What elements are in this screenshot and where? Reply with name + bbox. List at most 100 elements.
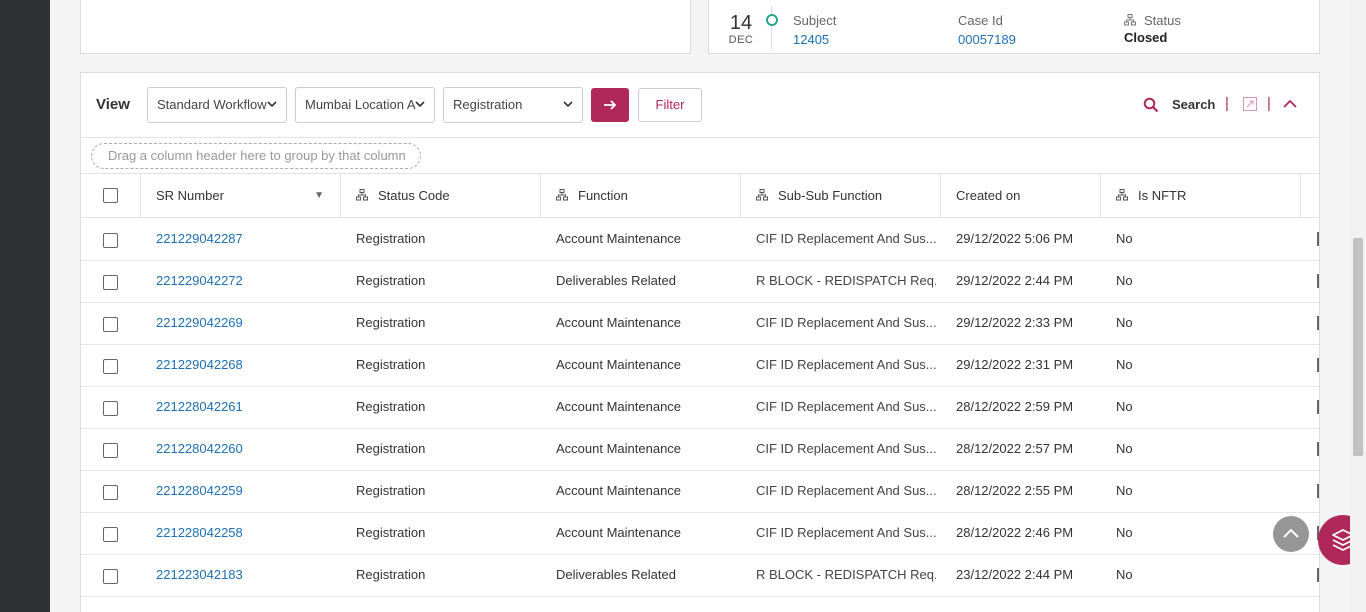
sub-sub-function-cell: CIF ID Replacement And Sus...: [756, 441, 936, 456]
sr-number-link[interactable]: 221228042258: [156, 512, 243, 554]
table-row[interactable]: 221229042269 Registration Account Maintena…: [81, 302, 1319, 345]
function-cell: Account Maintenance: [556, 357, 682, 372]
column-header-sr-number[interactable]: SR Number ▼: [141, 174, 341, 217]
table-row[interactable]: 221228042260 Registration Account Maintena…: [81, 428, 1319, 471]
type-select-value: Registration: [453, 97, 523, 112]
case-date: 14 DEC: [725, 12, 757, 46]
column-header-is-nftr[interactable]: Is NFTR: [1101, 174, 1301, 217]
truncated-column-edge: [1317, 568, 1319, 582]
sub-sub-function-cell: R BLOCK - REDISPATCH Req...: [756, 273, 936, 288]
row-checkbox[interactable]: [103, 233, 118, 248]
created-on-cell: 28/12/2022 2:59 PM: [956, 399, 1074, 414]
column-header-sub-sub-function[interactable]: Sub-Sub Function: [741, 174, 941, 217]
apply-view-button[interactable]: [591, 88, 629, 122]
is-nftr-cell: No: [1116, 483, 1133, 498]
location-select-value: Mumbai Location A: [305, 97, 416, 112]
column-header-label: Function: [578, 188, 628, 203]
location-select[interactable]: Mumbai Location A: [295, 87, 435, 123]
filter-button[interactable]: Filter: [638, 88, 702, 122]
service-request-grid-panel: View Standard Workflow Mumbai Location A…: [80, 72, 1320, 612]
row-checkbox[interactable]: [103, 443, 118, 458]
is-nftr-cell: No: [1116, 525, 1133, 540]
layers-icon: [1332, 529, 1350, 551]
layers-menu-button[interactable]: [1318, 515, 1350, 565]
status-value: Closed: [1124, 30, 1168, 45]
truncated-column-edge: [1317, 232, 1319, 246]
subject-link[interactable]: 12405: [793, 32, 836, 47]
function-cell: Deliverables Related: [556, 273, 676, 288]
truncated-column-edge: [1317, 274, 1319, 288]
truncated-column-edge: [1317, 316, 1319, 330]
scrollbar-thumb[interactable]: [1353, 238, 1363, 456]
status-code-cell: Registration: [356, 525, 426, 540]
sort-descending-icon[interactable]: ▼: [314, 174, 324, 217]
column-header-status-code[interactable]: Status Code: [341, 174, 541, 217]
row-checkbox[interactable]: [103, 317, 118, 332]
row-checkbox[interactable]: [103, 359, 118, 374]
subject-field: Subject 12405: [793, 13, 836, 47]
case-id-label: Case Id: [958, 13, 1003, 28]
case-id-link[interactable]: 00057189: [958, 32, 1016, 47]
status-code-cell: Registration: [356, 399, 426, 414]
table-row[interactable]: 221223042183 Registration Deliverables Rel…: [81, 554, 1319, 597]
table-row[interactable]: 221228042261 Registration Account Maintena…: [81, 386, 1319, 429]
status-code-cell: Registration: [356, 231, 426, 246]
sr-number-link[interactable]: 221223042183: [156, 554, 243, 596]
case-date-month: DEC: [728, 34, 754, 46]
table-row[interactable]: 221229042272 Registration Deliverables Rel…: [81, 260, 1319, 303]
type-select[interactable]: Registration: [443, 87, 583, 123]
chevron-down-icon: [267, 88, 277, 122]
table-row[interactable]: 221229042268 Registration Account Maintena…: [81, 344, 1319, 387]
sr-number-link[interactable]: 221228042260: [156, 428, 243, 470]
function-cell: Account Maintenance: [556, 441, 682, 456]
is-nftr-cell: No: [1116, 357, 1133, 372]
status-code-cell: Registration: [356, 315, 426, 330]
status-label: Status: [1124, 13, 1181, 28]
chevron-up-icon[interactable]: [1283, 97, 1297, 111]
date-divider: [771, 6, 772, 50]
truncated-column-edge: [1317, 358, 1319, 372]
table-row[interactable]: 221228042259 Registration Account Maintena…: [81, 470, 1319, 513]
table-row[interactable]: 221229042287 Registration Account Maintena…: [81, 218, 1319, 261]
column-header-function[interactable]: Function: [541, 174, 741, 217]
group-by-area[interactable]: Drag a column header here to group by th…: [81, 137, 1319, 174]
expand-icon[interactable]: [1243, 97, 1257, 111]
case-date-day: 14: [729, 12, 753, 34]
page-scrollbar[interactable]: [1350, 0, 1366, 612]
status-code-cell: Registration: [356, 483, 426, 498]
sub-sub-function-cell: CIF ID Replacement And Sus...: [756, 483, 936, 498]
search-icon: [1143, 97, 1159, 113]
select-all-checkbox[interactable]: [103, 188, 118, 203]
truncated-column-edge: [1317, 484, 1319, 498]
sr-number-link[interactable]: 221229042272: [156, 260, 243, 302]
sr-number-link[interactable]: 221229042268: [156, 344, 243, 386]
hierarchy-icon: [556, 189, 568, 201]
truncated-column-edge: [1317, 442, 1319, 456]
sr-number-link[interactable]: 221229042269: [156, 302, 243, 344]
group-by-drop-zone[interactable]: Drag a column header here to group by th…: [91, 143, 421, 169]
function-cell: Account Maintenance: [556, 525, 682, 540]
sr-number-link[interactable]: 221229042287: [156, 218, 243, 260]
column-header-created-on[interactable]: Created on: [941, 174, 1101, 217]
is-nftr-cell: No: [1116, 273, 1133, 288]
case-detail-card[interactable]: 14 DEC Subject 12405 Case Id 00057189 St…: [708, 0, 1320, 54]
is-nftr-cell: No: [1116, 441, 1133, 456]
scroll-to-top-button[interactable]: [1273, 516, 1309, 552]
status-code-cell: Registration: [356, 357, 426, 372]
row-checkbox[interactable]: [103, 275, 118, 290]
is-nftr-cell: No: [1116, 231, 1133, 246]
column-header-label: Created on: [956, 188, 1021, 203]
row-checkbox[interactable]: [103, 527, 118, 542]
workflow-select[interactable]: Standard Workflow: [147, 87, 287, 123]
created-on-cell: 28/12/2022 2:55 PM: [956, 483, 1074, 498]
table-row[interactable]: 221228042258 Registration Account Maintena…: [81, 512, 1319, 555]
row-checkbox[interactable]: [103, 485, 118, 500]
is-nftr-cell: No: [1116, 315, 1133, 330]
sr-number-link[interactable]: 221228042261: [156, 386, 243, 428]
sr-number-link[interactable]: 221228042259: [156, 470, 243, 512]
row-checkbox[interactable]: [103, 401, 118, 416]
status-code-cell: Registration: [356, 273, 426, 288]
subject-label: Subject: [793, 13, 837, 28]
row-checkbox[interactable]: [103, 569, 118, 584]
main-content: 14 DEC Subject 12405 Case Id 00057189 St…: [50, 0, 1350, 612]
